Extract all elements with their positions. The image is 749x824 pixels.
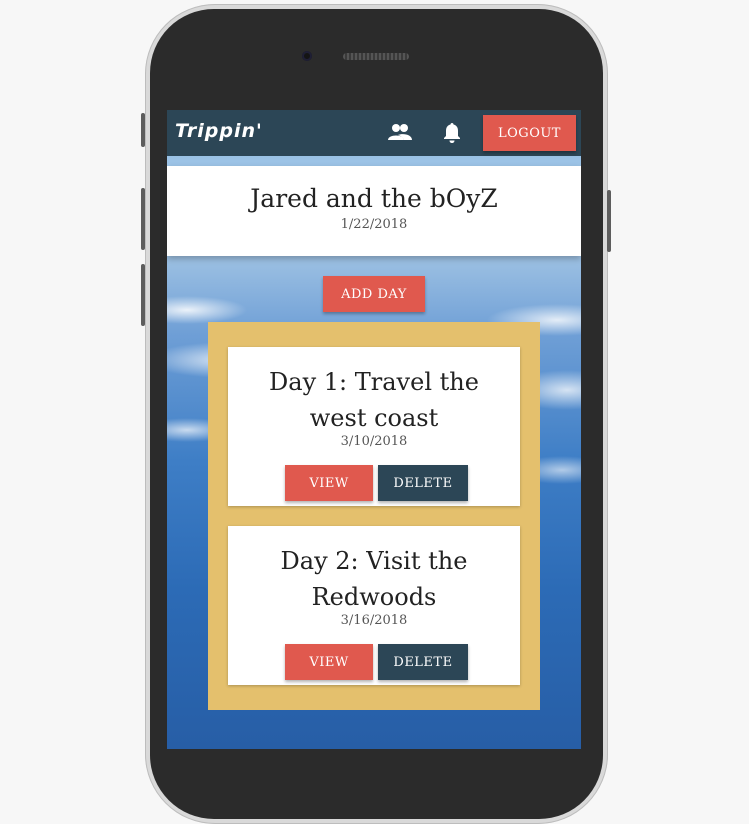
trip-header-card: Jared and the bOyZ 1/22/2018	[167, 166, 581, 256]
group-icon[interactable]	[388, 122, 412, 144]
day-actions: VIEW DELETE	[228, 644, 520, 680]
day-date: 3/10/2018	[340, 434, 408, 449]
trip-date: 1/22/2018	[340, 217, 408, 232]
day-card: Day 1: Travel the west coast 3/10/2018 V…	[228, 347, 520, 506]
view-day-button[interactable]: VIEW	[285, 644, 373, 680]
view-day-button[interactable]: VIEW	[285, 465, 373, 501]
day-date: 3/16/2018	[340, 613, 408, 628]
phone-volume-up-button	[141, 188, 145, 250]
days-panel: Day 1: Travel the west coast 3/10/2018 V…	[208, 322, 540, 710]
navbar: Trippin' LOGOUT	[167, 110, 581, 156]
day-title: Day 1: Travel the west coast	[269, 368, 479, 432]
brand-logo[interactable]: Trippin'	[175, 120, 263, 142]
app-screen: Trippin' LOGOUT Jared and the bOyZ 1/22/…	[167, 110, 581, 749]
phone-power-button	[607, 190, 611, 252]
trip-title: Jared and the bOyZ	[250, 184, 498, 213]
day-title: Day 2: Visit the Redwoods	[280, 547, 468, 611]
phone-speaker	[343, 53, 409, 60]
day-actions: VIEW DELETE	[228, 465, 520, 501]
phone-camera	[302, 51, 312, 61]
bell-icon[interactable]	[440, 122, 464, 144]
phone-side-button	[141, 113, 145, 147]
logout-button[interactable]: LOGOUT	[483, 115, 576, 151]
delete-day-button[interactable]: DELETE	[378, 644, 468, 680]
phone-volume-down-button	[141, 264, 145, 326]
delete-day-button[interactable]: DELETE	[378, 465, 468, 501]
add-day-button[interactable]: ADD DAY	[323, 276, 425, 312]
day-card: Day 2: Visit the Redwoods 3/16/2018 VIEW…	[228, 526, 520, 685]
